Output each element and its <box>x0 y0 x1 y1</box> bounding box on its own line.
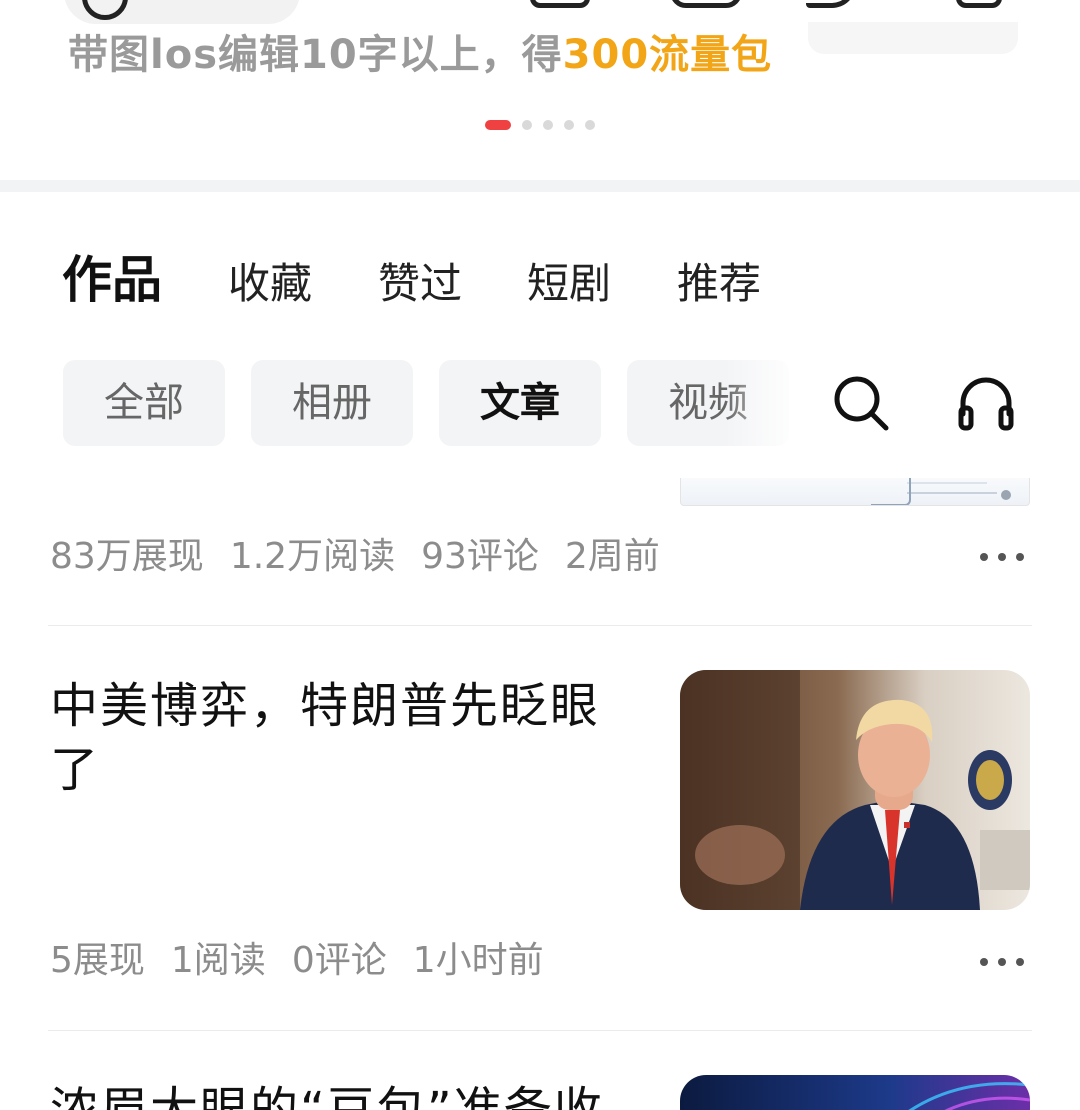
tab-favorites[interactable]: 收藏 <box>228 254 312 314</box>
banner-promo-text[interactable]: 带图los编辑10字以上，得300流量包 <box>68 22 772 80</box>
profile-icon[interactable] <box>670 0 742 8</box>
article-stats: 5展现 1阅读 0评论 1小时前 <box>50 936 570 986</box>
article-title[interactable]: 中美博弈，特朗普先眨眼了 <box>50 674 630 802</box>
tab-works[interactable]: 作品 <box>62 250 162 310</box>
list-divider <box>48 625 1032 626</box>
search-icon[interactable] <box>828 370 894 436</box>
chip-album[interactable]: 相册 <box>251 360 413 446</box>
avatar-ring-icon <box>82 0 128 20</box>
tab-liked[interactable]: 赞过 <box>378 254 462 314</box>
carousel-dot <box>585 120 595 130</box>
section-separator <box>0 180 1080 192</box>
tab-recommend[interactable]: 推荐 <box>677 254 761 314</box>
stat-time: 2周前 <box>564 536 660 577</box>
article-thumbnail-trump[interactable] <box>680 670 1030 910</box>
banner-side-card[interactable] <box>808 22 1018 54</box>
carousel-indicator <box>0 120 1080 132</box>
article-thumbnail-next[interactable] <box>680 1075 1030 1110</box>
carousel-dot <box>564 120 574 130</box>
stat-impressions: 83万展现 <box>50 536 204 577</box>
stat-reads: 1.2万阅读 <box>229 536 396 577</box>
edit-icon[interactable] <box>530 0 590 8</box>
more-options-icon[interactable] <box>980 547 1030 567</box>
stat-reads: 1阅读 <box>170 940 266 981</box>
banner-text-highlight: 300流量包 <box>562 32 773 78</box>
article-thumbnail-previous[interactable] <box>680 478 1030 506</box>
carousel-dot-active <box>485 120 511 130</box>
top-search-pill[interactable] <box>64 0 300 24</box>
carousel-dot <box>522 120 532 130</box>
stat-comments: 0评论 <box>291 940 387 981</box>
article-stats: 83万展现 1.2万阅读 93评论 2周前 <box>50 532 686 582</box>
headphones-icon[interactable] <box>953 370 1019 436</box>
settings-icon[interactable] <box>956 0 1002 8</box>
stat-time: 1小时前 <box>412 940 544 981</box>
chip-video[interactable]: 视频 <box>627 360 789 446</box>
banner-text-main: 带图los编辑10字以上，得 <box>68 32 563 78</box>
top-banner: 带图los编辑10字以上，得300流量包 <box>0 0 1080 180</box>
more-options-icon[interactable] <box>980 952 1030 972</box>
stat-comments: 93评论 <box>421 536 539 577</box>
carousel-dot <box>543 120 553 130</box>
tab-short-drama[interactable]: 短剧 <box>527 254 611 314</box>
chip-all[interactable]: 全部 <box>63 360 225 446</box>
stat-impressions: 5展现 <box>50 940 145 981</box>
article-title[interactable]: 浓眉大眼的“豆包”准备收 <box>50 1078 630 1110</box>
chip-articles[interactable]: 文章 <box>439 360 601 446</box>
share-icon[interactable] <box>806 0 856 8</box>
list-divider <box>48 1030 1032 1031</box>
